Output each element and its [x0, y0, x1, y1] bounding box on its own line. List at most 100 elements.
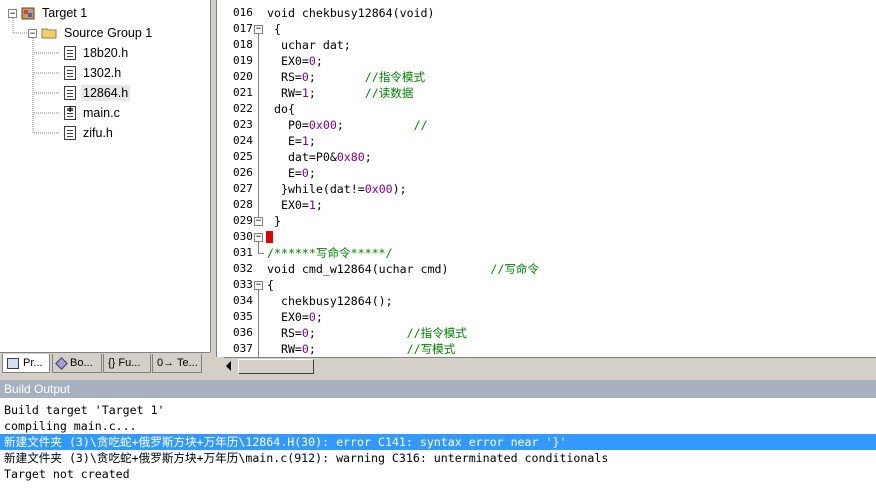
error-marker-icon — [266, 231, 273, 243]
line-number: 021 — [233, 86, 253, 99]
build-output-pane[interactable]: Build target 'Target 1' compiling main.c.… — [0, 398, 876, 491]
header-file-icon — [64, 66, 76, 80]
code-line[interactable]: } — [267, 213, 281, 229]
code-line[interactable]: { — [267, 21, 281, 37]
code-area[interactable]: void chekbusy12864(void) { uchar dat; EX… — [267, 0, 876, 357]
file-label: main.c — [83, 106, 120, 120]
line-number: 016 — [233, 6, 253, 19]
books-tab-icon — [55, 356, 68, 370]
fold-guide — [258, 242, 259, 253]
code-line[interactable]: }while(dat!=0x00); — [267, 181, 407, 197]
line-number: 032 — [233, 262, 253, 275]
build-output-title: Build Output — [0, 380, 876, 398]
line-number: 018 — [233, 38, 253, 51]
tab-templates[interactable]: 0→ Te... — [152, 354, 202, 373]
line-number: 026 — [233, 166, 253, 179]
tree-file-zifu[interactable]: zifu.h — [64, 124, 115, 142]
fold-toggle-icon[interactable]: − — [254, 281, 263, 290]
line-number: 019 — [233, 54, 253, 67]
fold-end — [258, 253, 264, 254]
code-line[interactable]: P0=0x00; // — [267, 117, 428, 133]
tab-books[interactable]: Bo... — [52, 354, 102, 373]
file-label: 12864.h — [81, 85, 131, 101]
tree-file-1302[interactable]: 1302.h — [64, 64, 123, 82]
code-line[interactable]: void chekbusy12864(void) — [267, 5, 435, 21]
code-line[interactable]: /******写命令*****/ — [267, 245, 393, 261]
tab-label: Bo... — [70, 357, 93, 369]
code-line[interactable]: RS=0; //指令模式 — [267, 69, 425, 85]
build-line[interactable]: Build target 'Target 1' — [0, 402, 876, 418]
line-number-gutter: 016 017 018 019 020 021 022 023 024 025 026 027 028 0… — [217, 0, 264, 357]
line-number: 031 — [233, 246, 253, 259]
project-tab-icon — [7, 357, 19, 369]
fold-toggle-icon[interactable]: − — [254, 25, 263, 34]
code-line[interactable]: void cmd_w12864(uchar cmd) //写命令 — [267, 261, 539, 277]
editor-horizontal-scrollbar[interactable] — [224, 357, 876, 374]
line-number: 036 — [233, 326, 253, 339]
scroll-thumb[interactable] — [238, 359, 314, 374]
line-number: 020 — [233, 70, 253, 83]
fold-toggle-icon[interactable]: − — [254, 217, 263, 226]
tree-file-main[interactable]: main.c — [64, 104, 122, 122]
code-line[interactable]: { — [267, 277, 274, 293]
line-number: 029 — [233, 214, 253, 227]
header-file-icon — [64, 46, 76, 60]
line-number: 027 — [233, 182, 253, 195]
code-line[interactable]: dat=P0&0x80; — [267, 149, 372, 165]
line-number: 017 — [233, 22, 253, 35]
line-number: 028 — [233, 198, 253, 211]
code-line[interactable]: E=0; — [267, 165, 316, 181]
file-label: zifu.h — [83, 126, 113, 140]
line-number: 034 — [233, 294, 253, 307]
line-number: 035 — [233, 310, 253, 323]
build-line[interactable]: 新建文件夹 (3)\贪吃蛇+俄罗斯方块+万年历\main.c(912): war… — [0, 450, 876, 466]
line-number: 025 — [233, 150, 253, 163]
build-line[interactable]: Target not created — [0, 466, 876, 482]
collapse-icon[interactable]: − — [8, 8, 17, 18]
tab-label: {} Fu... — [108, 357, 141, 369]
source-group-label: Source Group 1 — [64, 26, 153, 40]
project-panel: − Target 1 − Source Group 1 18b20.h 1302… — [0, 0, 211, 352]
tree-file-18b20[interactable]: 18b20.h — [64, 44, 130, 62]
target-icon — [21, 6, 35, 20]
line-number: 024 — [233, 134, 253, 147]
c-file-icon — [64, 104, 76, 120]
tab-project[interactable]: Pr... — [2, 354, 50, 373]
tree-file-12864[interactable]: 12864.h — [64, 84, 131, 102]
header-file-icon — [64, 126, 76, 140]
project-tabs: Pr... Bo... {} Fu... 0→ Te... — [0, 352, 210, 375]
line-number: 030 — [233, 230, 253, 243]
fold-guide — [258, 34, 259, 221]
tree-source-group[interactable]: − Source Group 1 — [28, 24, 154, 42]
code-line[interactable]: EX0=0; — [267, 309, 323, 325]
header-file-icon — [64, 86, 76, 100]
tab-label: Pr... — [23, 357, 43, 369]
code-line[interactable]: uchar dat; — [267, 37, 351, 53]
folder-icon — [41, 27, 57, 39]
code-line[interactable]: chekbusy12864(); — [267, 293, 393, 309]
target-label: Target 1 — [42, 6, 88, 20]
code-line[interactable]: RW=0; //写模式 — [267, 341, 455, 357]
tab-functions[interactable]: {} Fu... — [103, 354, 151, 373]
line-number: 033 — [233, 278, 253, 291]
code-line[interactable]: EX0=0; — [267, 53, 323, 69]
collapse-icon[interactable]: − — [28, 28, 37, 38]
line-number: 022 — [233, 102, 253, 115]
code-line[interactable]: RW=1; //读数据 — [267, 85, 414, 101]
code-line[interactable]: do{ — [267, 101, 295, 117]
code-line[interactable]: EX0=1; — [267, 197, 323, 213]
fold-guide — [258, 290, 259, 357]
code-line[interactable]: RS=0; //指令模式 — [267, 325, 467, 341]
file-label: 18b20.h — [83, 46, 129, 60]
code-editor[interactable]: 016 017 018 019 020 021 022 023 024 025 026 027 028 0… — [216, 0, 876, 357]
build-line[interactable]: compiling main.c... — [0, 418, 876, 434]
scroll-left-icon[interactable] — [226, 361, 231, 371]
file-label: 1302.h — [83, 66, 122, 80]
line-number: 023 — [233, 118, 253, 131]
fold-toggle-icon[interactable]: − — [254, 233, 263, 242]
line-number: 037 — [233, 342, 253, 355]
tree-target[interactable]: − Target 1 — [8, 4, 89, 22]
code-line[interactable]: E=1; — [267, 133, 316, 149]
build-line-selected[interactable]: 新建文件夹 (3)\贪吃蛇+俄罗斯方块+万年历\12864.H(30): err… — [0, 434, 876, 450]
tab-label: 0→ Te... — [157, 357, 198, 369]
